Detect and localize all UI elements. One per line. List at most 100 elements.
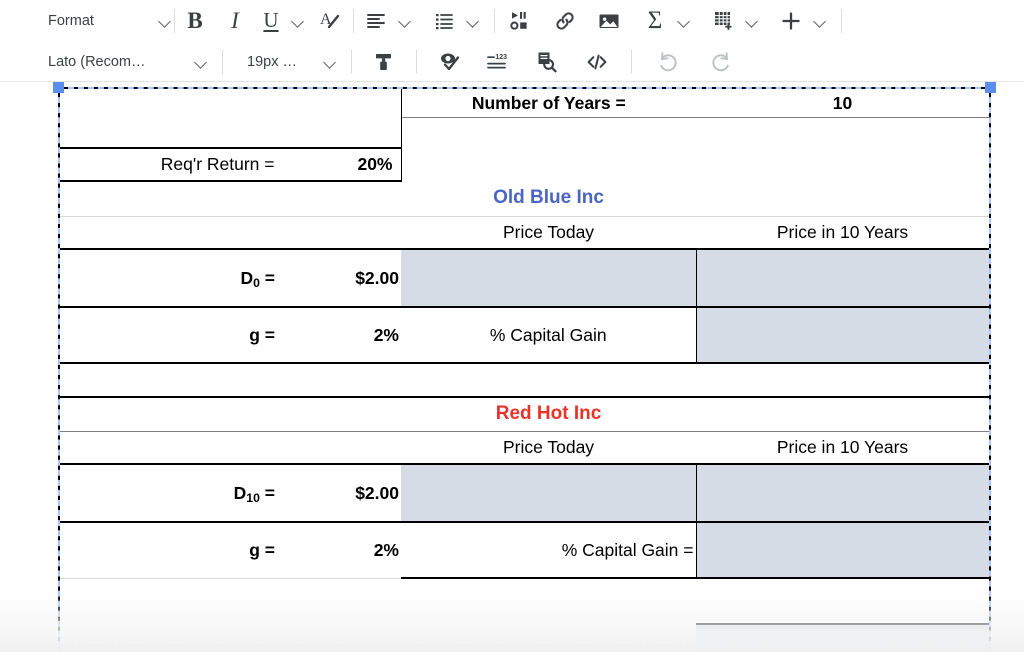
spelling-check-icon[interactable] [429, 47, 469, 77]
company-name-red-hot[interactable]: Red Hot Inc [401, 397, 696, 432]
table-row[interactable]: D10 = $2.00 [58, 464, 991, 523]
cell-spacer-1b[interactable] [401, 363, 696, 398]
list-dropdown[interactable] [462, 6, 484, 36]
cell-spacer-2[interactable] [58, 578, 401, 624]
paint-format-icon[interactable] [364, 47, 404, 77]
cell-red-hot-price-today[interactable] [401, 464, 697, 523]
image-icon[interactable] [587, 6, 631, 36]
cell-d0[interactable]: D0 = $2.00 [58, 249, 401, 308]
table-row[interactable] [58, 117, 991, 149]
underline-options-dropdown[interactable] [287, 6, 309, 36]
cell-r2c1[interactable] [58, 117, 402, 149]
header-price-10y-1[interactable]: Price in 10 Years [696, 216, 991, 250]
cell-old-blue-price-today[interactable] [401, 249, 697, 308]
underline-button[interactable]: U [255, 6, 287, 36]
editor-toolbar: Format B I U A Σ Lato (Recom… 19px … 123 [0, 0, 1024, 82]
cell-reqr-return[interactable]: Req'r Return = 20% [58, 148, 402, 182]
cell-d10[interactable]: D10 = $2.00 [58, 464, 401, 523]
cell-spacer-1[interactable] [58, 363, 401, 398]
bold-label: B [187, 7, 203, 33]
chevron-down-icon [194, 55, 208, 69]
table-row[interactable]: Req'r Return = 20% [58, 148, 991, 182]
cell-bottom-c2[interactable] [401, 624, 696, 652]
redo-icon[interactable] [698, 47, 742, 77]
cell-r5c1[interactable] [58, 216, 401, 250]
cell-old-blue-price-10y[interactable] [696, 249, 991, 308]
cell-spacer-1c[interactable] [696, 363, 991, 398]
table-row[interactable]: g = 2% % Capital Gain = [58, 522, 991, 579]
label-capital-gain-2[interactable]: % Capital Gain = [401, 522, 697, 579]
insert-table-icon[interactable] [705, 6, 741, 36]
add-icon[interactable] [773, 6, 809, 36]
cell-g-1[interactable]: g = 2% [58, 307, 401, 364]
undo-icon[interactable] [646, 47, 690, 77]
bulleted-list-icon[interactable] [426, 6, 462, 36]
table-row[interactable]: Old Blue Inc [58, 181, 991, 217]
cell-capital-gain-value-2[interactable] [696, 522, 991, 579]
font-family-label: Lato (Recom… [48, 53, 146, 70]
table-row[interactable] [58, 578, 991, 625]
cell-r3c3[interactable] [696, 148, 991, 181]
cell-r1c1[interactable] [58, 87, 402, 117]
find-in-document-icon[interactable] [523, 47, 571, 77]
media-icon[interactable] [499, 6, 543, 36]
link-icon[interactable] [543, 6, 587, 36]
cell-spacer-2c[interactable] [696, 578, 991, 625]
cell-capital-gain-value-1[interactable] [696, 307, 991, 364]
table-row[interactable]: Red Hot Inc [58, 397, 991, 432]
italic-label: I [231, 7, 239, 33]
table-row[interactable]: Price Today Price in 10 Years [58, 431, 991, 465]
dividend-growth-table[interactable]: Number of Years = 10 Req'r Return = 20% [58, 87, 991, 652]
label-capital-gain-1[interactable]: % Capital Gain [401, 307, 697, 364]
cell-r2c2[interactable] [401, 117, 696, 148]
table-row[interactable] [58, 624, 991, 652]
table-row[interactable]: D0 = $2.00 [58, 249, 991, 308]
code-icon[interactable] [573, 47, 621, 77]
cell-spacer-2b[interactable] [401, 578, 696, 624]
cell-r10c1[interactable] [58, 431, 401, 465]
toolbar-divider [222, 49, 223, 74]
bold-button[interactable]: B [175, 6, 215, 36]
formula-dropdown[interactable] [673, 6, 695, 36]
format-dropdown[interactable]: Format [48, 6, 172, 36]
document-canvas[interactable]: Number of Years = 10 Req'r Return = 20% [0, 82, 1024, 652]
cell-red-hot-price-10y[interactable] [696, 464, 991, 523]
selection-handle-top-left[interactable] [53, 82, 64, 93]
g2-label: g = [249, 540, 275, 561]
cell-bottom-c3[interactable] [696, 624, 991, 652]
cell-bottom-c1[interactable] [58, 624, 401, 652]
g1-value: 2% [373, 324, 399, 345]
table-row[interactable]: Price Today Price in 10 Years [58, 216, 991, 250]
cell-r9c3[interactable] [696, 397, 991, 432]
italic-button[interactable]: I [215, 6, 255, 36]
header-price-today-1[interactable]: Price Today [401, 216, 696, 250]
toolbar-row-2: Lato (Recom… 19px … 123 [0, 41, 1024, 82]
add-dropdown[interactable] [809, 6, 831, 36]
header-price-today-2[interactable]: Price Today [401, 431, 696, 465]
align-icon[interactable] [358, 6, 394, 36]
selection-handle-top-right[interactable] [985, 82, 996, 93]
company-name-old-blue[interactable]: Old Blue Inc [401, 181, 696, 217]
table-row[interactable]: g = 2% % Capital Gain [58, 307, 991, 364]
line-numbering-icon[interactable]: 123 [473, 47, 521, 77]
font-family-dropdown[interactable]: Lato (Recom… [48, 47, 208, 77]
insert-table-dropdown[interactable] [741, 6, 763, 36]
clear-formatting-icon[interactable]: A [309, 6, 353, 36]
chevron-down-icon [813, 14, 827, 28]
font-size-dropdown[interactable]: 19px … [235, 47, 337, 77]
table-row[interactable]: Number of Years = 10 [58, 87, 991, 118]
cell-number-of-years-value[interactable]: 10 [696, 87, 991, 118]
cell-g-2[interactable]: g = 2% [58, 522, 401, 579]
formula-icon[interactable]: Σ [637, 6, 673, 36]
table-row[interactable] [58, 363, 991, 398]
header-price-10y-2[interactable]: Price in 10 Years [696, 431, 991, 465]
table-selection-wrapper: Number of Years = 10 Req'r Return = 20% [53, 82, 996, 652]
cell-r4c3[interactable] [696, 181, 991, 217]
cell-number-of-years-label[interactable]: Number of Years = [401, 87, 696, 118]
align-dropdown[interactable] [394, 6, 416, 36]
cell-r2c3[interactable] [696, 117, 991, 148]
cell-r9c1[interactable] [58, 397, 401, 432]
font-size-label: 19px … [247, 53, 297, 70]
cell-r4c1[interactable] [58, 181, 401, 217]
cell-r3c2[interactable] [401, 148, 696, 181]
